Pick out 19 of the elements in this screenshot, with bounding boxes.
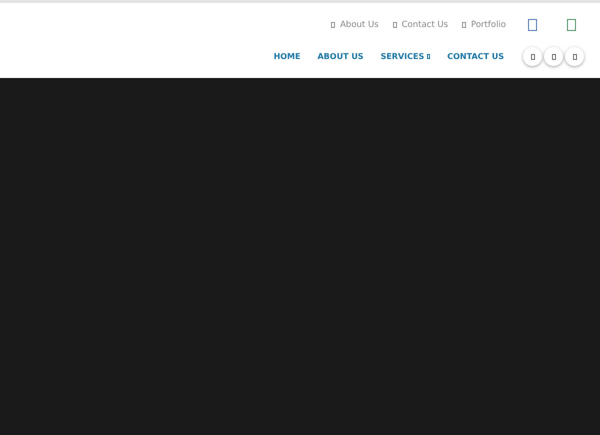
box-icon <box>462 22 466 28</box>
top-link[interactable]: Portfolio <box>462 20 506 30</box>
caret-icon <box>427 54 430 59</box>
nav-link[interactable]: SERVICES <box>380 52 430 61</box>
social-button[interactable] <box>565 47 584 66</box>
box-icon <box>331 22 336 28</box>
box-icon <box>572 54 576 60</box>
box-icon <box>392 22 397 28</box>
top-link[interactable]: About Us <box>331 20 379 30</box>
top-link[interactable]: Contact Us <box>392 20 448 30</box>
nav-link[interactable]: CONTACT US <box>447 52 504 61</box>
box-icon <box>552 54 556 60</box>
nav-link[interactable]: ABOUT US <box>317 52 364 61</box>
box-icon[interactable] <box>528 19 537 31</box>
social-button[interactable] <box>523 47 542 66</box>
social-button[interactable] <box>544 47 563 66</box>
nav-link[interactable]: HOME <box>274 52 300 61</box>
box-icon <box>530 54 534 60</box>
box-icon[interactable] <box>567 19 576 31</box>
